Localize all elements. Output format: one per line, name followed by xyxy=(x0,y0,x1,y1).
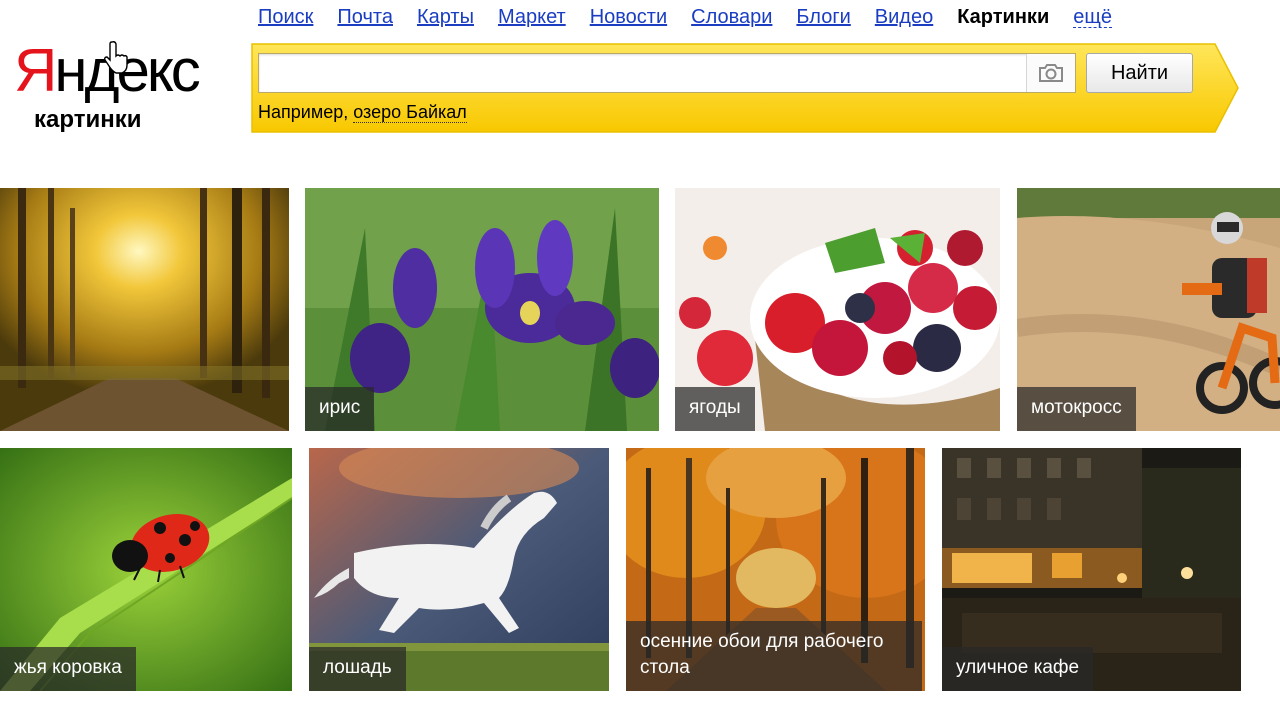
tile-caption: жья коровка xyxy=(0,647,136,691)
search-example-prefix: Например, xyxy=(258,102,349,122)
search-box xyxy=(258,53,1076,93)
logo-wordmark: Яндекс xyxy=(14,37,201,104)
image-tile-iris[interactable]: ирис xyxy=(305,188,659,431)
logo-first-letter: Я xyxy=(14,37,57,104)
tile-caption: осенние обои для рабочего стола xyxy=(626,621,922,691)
image-tile-berries[interactable]: ягоды xyxy=(675,188,1000,431)
search-band: Найти Например, озеро Байкал xyxy=(250,42,1240,134)
nav-link-images-active: Картинки xyxy=(957,5,1050,28)
camera-icon xyxy=(1039,64,1063,82)
search-example: Например, озеро Байкал xyxy=(258,102,467,123)
nav-link-mail[interactable]: Почта xyxy=(337,6,393,29)
nav-link-video[interactable]: Видео xyxy=(875,6,933,29)
nav-link-dictionaries[interactable]: Словари xyxy=(691,6,772,29)
top-nav: Поиск Почта Карты Маркет Новости Словари… xyxy=(258,4,1112,30)
logo[interactable]: Яндекс картинки xyxy=(14,37,201,138)
nav-link-more[interactable]: ещё xyxy=(1073,7,1112,28)
tile-caption: ягоды xyxy=(675,387,755,431)
image-tile-autumn-wallpaper[interactable]: осенние обои для рабочего стола xyxy=(626,448,925,691)
logo-subtitle: картинки xyxy=(34,106,142,133)
search-input[interactable] xyxy=(259,54,1045,92)
hand-cursor-icon xyxy=(104,41,128,74)
search-example-link[interactable]: озеро Байкал xyxy=(353,102,467,123)
tile-caption: лошадь xyxy=(309,647,406,691)
find-button[interactable]: Найти xyxy=(1086,53,1193,93)
tile-caption: мотокросс xyxy=(1017,387,1136,431)
nav-link-maps[interactable]: Карты xyxy=(417,6,474,29)
nav-link-search[interactable]: Поиск xyxy=(258,6,313,29)
camera-search-button[interactable] xyxy=(1026,54,1075,92)
image-tile-ladybug[interactable]: жья коровка xyxy=(0,448,292,691)
nav-link-blogs[interactable]: Блоги xyxy=(796,6,850,29)
image-tile-motocross[interactable]: мотокросс xyxy=(1017,188,1280,431)
image-tile-autumn-forest[interactable] xyxy=(0,188,289,431)
tile-caption: уличное кафе xyxy=(942,647,1094,691)
tile-caption: ирис xyxy=(305,387,375,431)
nav-link-news[interactable]: Новости xyxy=(590,6,667,29)
image-tile-horse[interactable]: лошадь xyxy=(309,448,609,691)
image-tile-street-cafe[interactable]: уличное кафе xyxy=(942,448,1241,691)
autumn-forest-image xyxy=(0,188,289,431)
nav-link-market[interactable]: Маркет xyxy=(498,6,566,29)
